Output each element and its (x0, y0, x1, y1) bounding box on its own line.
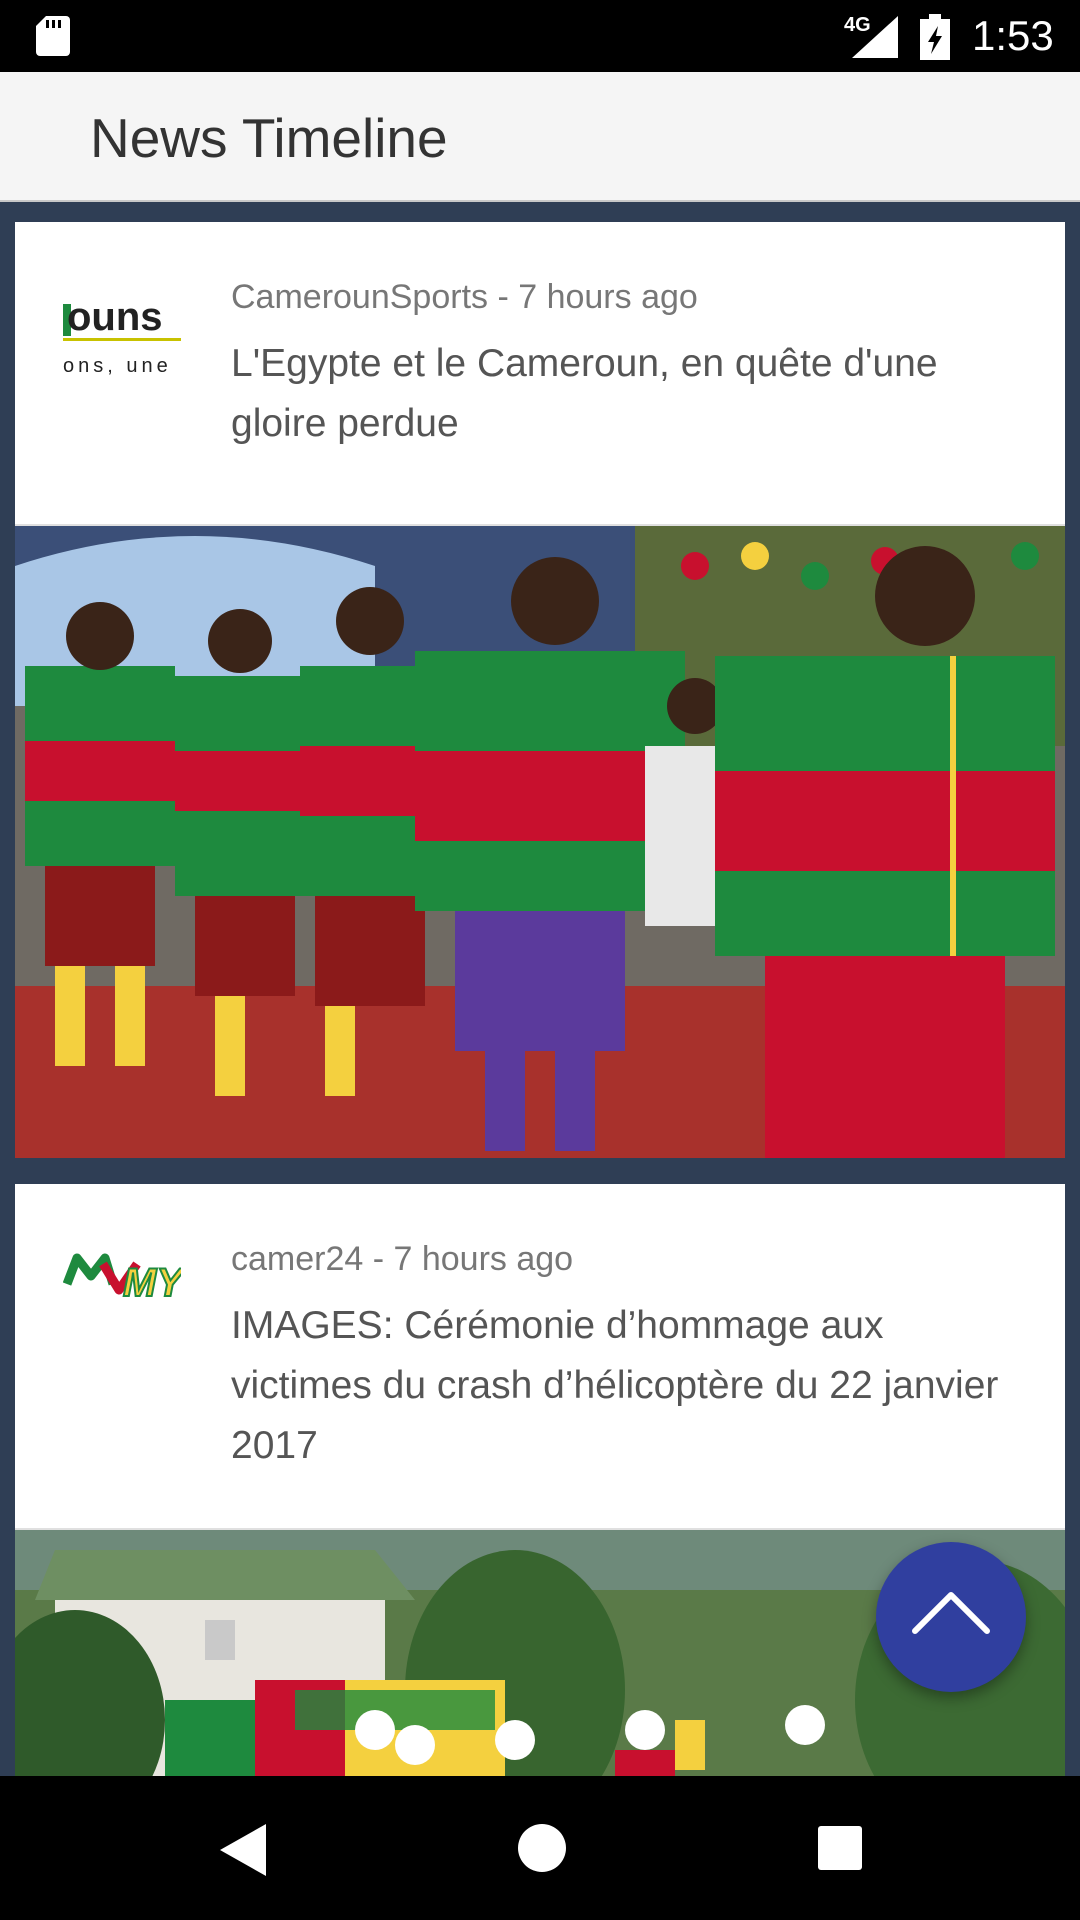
news-card-header[interactable]: MY24 camer24 - 7 hours ago IMAGES: Cérém… (15, 1184, 1065, 1528)
recents-icon[interactable] (816, 1824, 864, 1872)
cameroon-team-photo (15, 526, 1065, 1158)
news-meta: camer24 - 7 hours ago (231, 1240, 574, 1278)
home-icon[interactable] (516, 1822, 568, 1874)
page-title: News Timeline (90, 107, 448, 169)
battery-charging-icon (920, 14, 950, 60)
news-card[interactable]: MY24 camer24 - 7 hours ago IMAGES: Cérém… (15, 1184, 1065, 1776)
back-icon[interactable] (214, 1820, 270, 1880)
source-logo-text: ouns (67, 295, 163, 339)
news-feed[interactable]: ouns ons, une CamerounSports - 7 hours a… (0, 202, 1080, 1776)
status-clock: 1:53 (972, 12, 1054, 59)
chevron-up-icon (912, 1592, 990, 1634)
navigation-bar (0, 1776, 1080, 1920)
source-logo-subtext: ons, une (63, 355, 172, 377)
news-card-header[interactable]: ouns ons, une CamerounSports - 7 hours a… (15, 222, 1065, 524)
app-bar: News Timeline (0, 72, 1080, 202)
source-logo-text: MY24 (123, 1261, 181, 1305)
status-bar: 4G 1:53 (0, 0, 1080, 72)
sd-card-icon (36, 16, 70, 56)
news-meta: CamerounSports - 7 hours ago (231, 278, 698, 316)
scroll-to-top-button[interactable] (876, 1542, 1026, 1692)
signal-icon (852, 16, 898, 58)
news-image[interactable] (15, 524, 1065, 1158)
news-headline[interactable]: L'Egypte et le Cameroun, en quête d'une … (231, 334, 1031, 454)
news-card[interactable]: ouns ons, une CamerounSports - 7 hours a… (15, 222, 1065, 1158)
source-logo: MY24 (63, 1253, 181, 1306)
news-headline[interactable]: IMAGES: Cérémonie d’hommage aux victimes… (231, 1296, 1031, 1476)
source-logo: ouns ons, une (63, 295, 181, 377)
